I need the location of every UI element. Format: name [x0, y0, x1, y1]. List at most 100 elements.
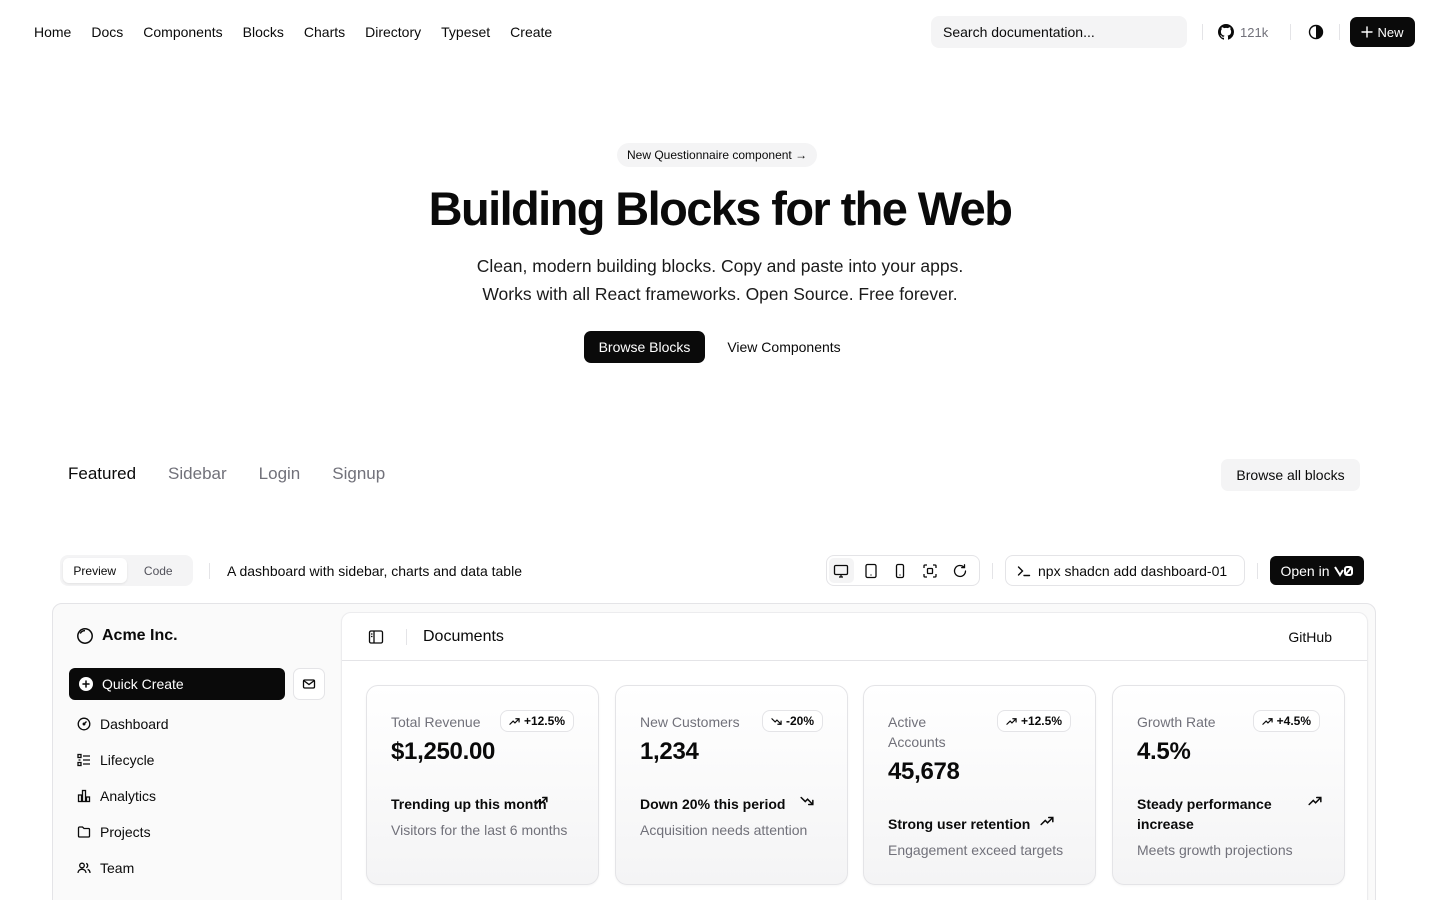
preview-main-panel: Documents GitHub Total Revenue +12.5% $1…	[341, 612, 1368, 900]
sidebar-item-team[interactable]: Team	[77, 858, 134, 878]
users-icon	[77, 861, 91, 875]
browse-all-blocks-button[interactable]: Browse all blocks	[1221, 459, 1360, 491]
mobile-view-button[interactable]	[888, 558, 913, 583]
circle-logo-icon	[76, 627, 94, 645]
view-components-button[interactable]: View Components	[714, 331, 854, 363]
sidebar-item-label: Team	[100, 860, 135, 876]
smartphone-icon	[892, 563, 908, 579]
sidebar-item-lifecycle[interactable]: Lifecycle	[77, 750, 154, 770]
code-tab[interactable]: Code	[127, 558, 191, 583]
trending-down-icon	[800, 794, 814, 808]
tab-sidebar[interactable]: Sidebar	[168, 463, 227, 485]
stat-footnote: Visitors for the last 6 months	[391, 822, 568, 838]
search-input[interactable]: Search documentation...	[931, 16, 1187, 48]
status-badge: +12.5%	[996, 710, 1071, 732]
sidebar-toggle-icon[interactable]	[368, 629, 384, 645]
top-navigation: Home Docs Components Blocks Charts Direc…	[0, 0, 1440, 64]
inbox-button[interactable]	[293, 668, 325, 700]
preview-tab[interactable]: Preview	[63, 558, 127, 583]
toolbar-divider	[1257, 563, 1258, 579]
refresh-icon	[952, 563, 968, 579]
plus-circle-icon	[79, 677, 93, 691]
new-button[interactable]: New	[1350, 17, 1415, 47]
tablet-view-button[interactable]	[859, 558, 884, 583]
status-badge: +12.5%	[499, 710, 574, 732]
nav-link-create[interactable]: Create	[510, 22, 552, 42]
desktop-view-button[interactable]	[829, 558, 854, 583]
stat-value: 1,234	[640, 738, 699, 765]
trend-text: Steady performance increase	[1137, 794, 1322, 834]
nav-link-components[interactable]: Components	[143, 22, 222, 42]
sidebar-item-label: Dashboard	[100, 716, 169, 732]
quick-create-label: Quick Create	[102, 676, 184, 692]
plus-icon	[1361, 26, 1374, 38]
hero-subtitle-line: Clean, modern building blocks. Copy and …	[476, 256, 964, 276]
trend-label: Trending up this month	[391, 796, 547, 812]
refresh-button[interactable]	[947, 558, 972, 583]
github-link[interactable]: 121k	[1218, 20, 1268, 44]
trend-label: Strong user retention	[888, 816, 1031, 832]
block-category-tabs: Featured Sidebar Login Signup	[68, 463, 417, 485]
sidebar-item-projects[interactable]: Projects	[77, 822, 151, 842]
badge-text: -20%	[785, 714, 814, 728]
hero-subtitle-line: Works with all React frameworks. Open So…	[482, 284, 958, 304]
trending-up-icon	[1040, 814, 1054, 828]
terminal-icon	[1016, 563, 1032, 579]
badge-text: +12.5%	[1020, 714, 1062, 728]
sidebar-item-label: Projects	[100, 824, 151, 840]
fullscreen-button[interactable]	[918, 558, 943, 583]
trending-up-icon	[534, 794, 548, 808]
dashboard-preview: Acme Inc. Quick Create Dashboard Lifecyc…	[52, 603, 1376, 900]
trend-label: Steady performance increase	[1137, 796, 1272, 832]
arrow-right-icon: →	[795, 148, 808, 162]
browse-blocks-button[interactable]: Browse Blocks	[584, 331, 705, 363]
nav-link-blocks[interactable]: Blocks	[243, 22, 284, 42]
fullscreen-icon	[922, 563, 938, 579]
quick-create-button[interactable]: Quick Create	[69, 668, 285, 700]
sidebar-item-dashboard[interactable]: Dashboard	[77, 714, 169, 734]
v0-logo-icon	[1333, 565, 1354, 577]
nav-link-directory[interactable]: Directory	[365, 22, 421, 42]
nav-link-home[interactable]: Home	[34, 22, 71, 42]
stat-label: Growth Rate	[1137, 714, 1216, 730]
mail-icon	[302, 677, 316, 691]
nav-divider	[1290, 24, 1291, 40]
preview-code-toggle: Preview Code	[60, 555, 193, 586]
status-badge: +4.5%	[1252, 710, 1320, 732]
bar-chart-icon	[77, 789, 91, 803]
theme-toggle-button[interactable]	[1304, 20, 1328, 44]
contrast-icon	[1308, 24, 1324, 40]
tab-login[interactable]: Login	[259, 463, 301, 485]
trend-text: Trending up this month	[391, 794, 581, 814]
announcement-pill[interactable]: New Questionnaire component →	[617, 143, 818, 167]
trending-up-icon	[1006, 716, 1017, 727]
badge-text: +12.5%	[523, 714, 565, 728]
stat-card-active-accounts: Active Accounts +12.5% 45,678 Strong use…	[863, 685, 1096, 885]
trend-text: Strong user retention	[888, 814, 1078, 834]
stat-label: Total Revenue	[391, 714, 481, 730]
stat-card-new-customers: New Customers -20% 1,234 Down 20% this p…	[615, 685, 848, 885]
stat-value: 45,678	[888, 758, 960, 785]
nav-link-charts[interactable]: Charts	[304, 22, 345, 42]
nav-link-docs[interactable]: Docs	[91, 22, 123, 42]
open-in-label: Open in	[1280, 562, 1330, 579]
github-link[interactable]: GitHub	[1288, 629, 1332, 645]
install-command-button[interactable]: npx shadcn add dashboard-01	[1005, 555, 1245, 586]
tablet-icon	[863, 563, 879, 579]
sidebar-item-analytics[interactable]: Analytics	[77, 786, 156, 806]
new-button-label: New	[1377, 24, 1404, 40]
open-in-v0-button[interactable]: Open in	[1270, 556, 1364, 585]
preview-header: Documents GitHub	[342, 613, 1367, 661]
trend-label: Down 20% this period	[640, 796, 786, 812]
brand-name: Acme Inc.	[102, 627, 178, 644]
tab-signup[interactable]: Signup	[332, 463, 385, 485]
nav-link-typeset[interactable]: Typeset	[441, 22, 490, 42]
nav-divider	[1202, 24, 1203, 40]
trending-up-icon	[1261, 716, 1273, 727]
tab-featured[interactable]: Featured	[68, 463, 136, 485]
trending-up-icon	[1308, 794, 1322, 808]
trending-up-icon	[509, 716, 520, 727]
brand[interactable]: Acme Inc.	[76, 627, 178, 645]
dashboard-icon	[77, 717, 91, 731]
stat-card-total-revenue: Total Revenue +12.5% $1,250.00 Trending …	[366, 685, 599, 885]
